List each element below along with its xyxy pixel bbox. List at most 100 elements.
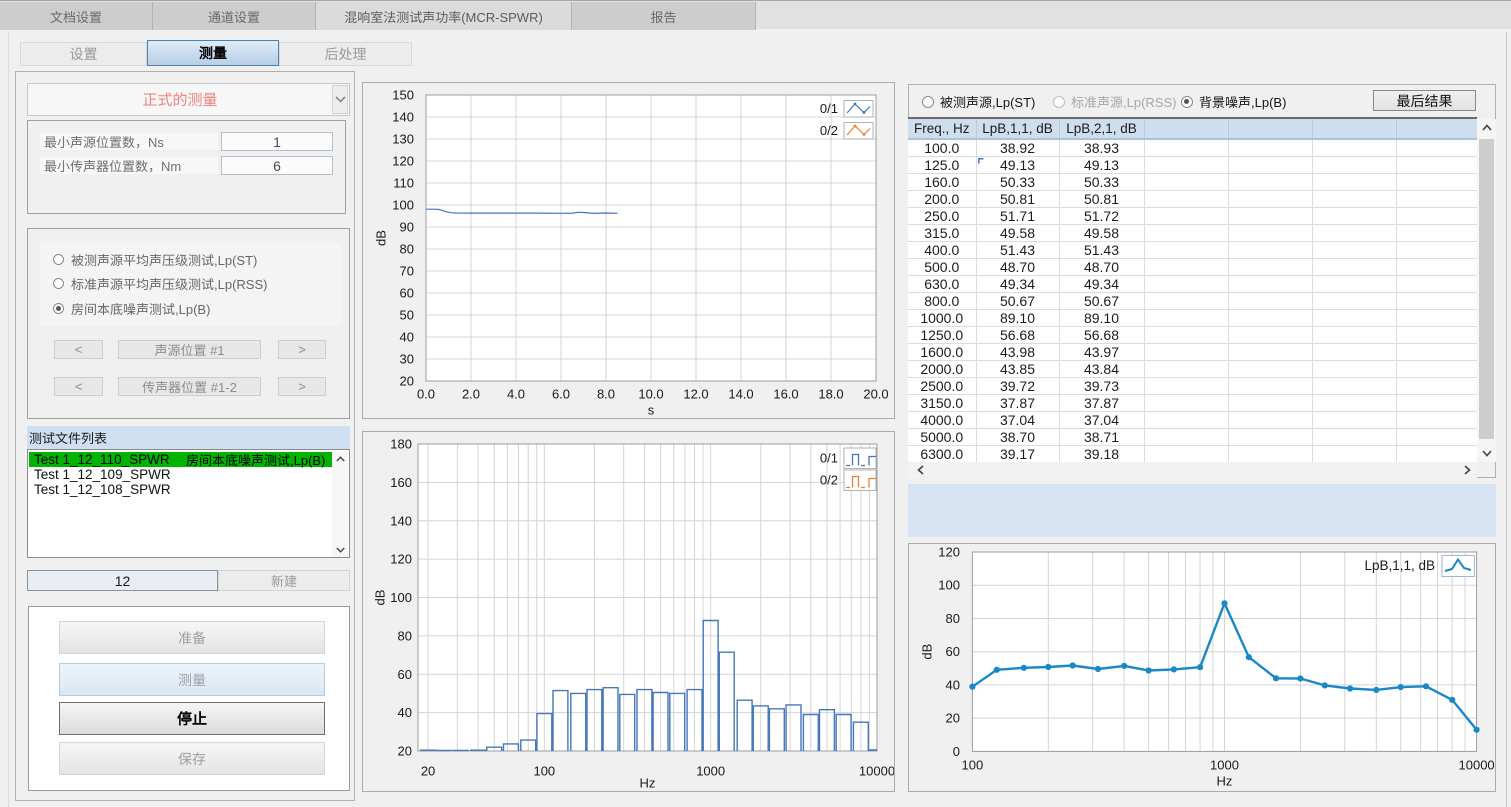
table-cell[interactable]: 43.98 (976, 344, 1059, 361)
table-cell[interactable] (1144, 259, 1228, 276)
table-cell[interactable]: 50.81 (976, 191, 1059, 208)
table-header-cell[interactable]: LpB,2,1, dB (1059, 119, 1144, 139)
table-cell[interactable] (1312, 310, 1396, 327)
table-cell[interactable] (1312, 242, 1396, 259)
table-cell[interactable] (1228, 174, 1312, 191)
table-cell[interactable]: 800.0 (908, 293, 976, 310)
vscroll-thumb[interactable] (1479, 139, 1494, 439)
table-cell[interactable] (1144, 208, 1228, 225)
table-header-cell[interactable] (1396, 119, 1477, 139)
table-cell[interactable] (1144, 139, 1228, 157)
table-cell[interactable]: 37.04 (1059, 412, 1144, 429)
table-cell[interactable]: 1600.0 (908, 344, 976, 361)
result-radio-lp-b[interactable]: 背景噪声,Lp(B) (1181, 94, 1286, 109)
table-cell[interactable] (1144, 327, 1228, 344)
table-cell[interactable]: 39.17 (976, 446, 1059, 463)
table-cell[interactable]: 500.0 (908, 259, 976, 276)
result-radio-lp-rss[interactable]: 标准声源,Lp(RSS) (1053, 94, 1176, 109)
file-list[interactable]: Test 1_12_110_SPWR房间本底噪声测试,Lp(B)Test 1_1… (27, 449, 350, 558)
table-cell[interactable] (1312, 139, 1396, 157)
table-cell[interactable] (1228, 412, 1312, 429)
table-cell[interactable] (1396, 259, 1477, 276)
table-cell[interactable]: 37.87 (976, 395, 1059, 412)
table-cell[interactable] (1228, 293, 1312, 310)
table-cell[interactable] (1228, 276, 1312, 293)
table-cell[interactable] (1312, 174, 1396, 191)
table-cell[interactable] (1396, 378, 1477, 395)
prepare-button[interactable]: 准备 (59, 621, 325, 654)
table-hscrollbar[interactable] (908, 462, 1477, 478)
table-cell[interactable] (1312, 395, 1396, 412)
stop-button[interactable]: 停止 (59, 702, 325, 735)
table-cell[interactable]: 3150.0 (908, 395, 976, 412)
new-test-button[interactable]: 新建 (218, 570, 350, 591)
subtab-measure[interactable]: 测量 (147, 40, 279, 66)
scroll-left-icon[interactable] (912, 462, 928, 478)
table-cell[interactable] (1396, 327, 1477, 344)
table-cell[interactable] (1144, 157, 1228, 174)
table-cell[interactable]: 50.81 (1059, 191, 1144, 208)
table-cell[interactable]: 49.58 (1059, 225, 1144, 242)
table-cell[interactable] (1396, 225, 1477, 242)
mic-position-prev-button[interactable]: < (54, 377, 103, 396)
table-cell[interactable] (1144, 276, 1228, 293)
table-cell[interactable] (1144, 174, 1228, 191)
table-cell[interactable] (1228, 191, 1312, 208)
measure-button[interactable]: 测量 (59, 663, 325, 696)
table-cell[interactable] (1396, 174, 1477, 191)
table-cell[interactable]: 6300.0 (908, 446, 976, 463)
table-cell[interactable] (1228, 327, 1312, 344)
last-result-button[interactable]: 最后结果 (1373, 90, 1476, 111)
table-header-cell[interactable] (1228, 119, 1312, 139)
table-cell[interactable]: 49.58 (976, 225, 1059, 242)
table-cell[interactable] (1312, 446, 1396, 463)
table-cell[interactable] (1228, 395, 1312, 412)
table-cell[interactable] (1144, 225, 1228, 242)
table-cell[interactable] (1312, 276, 1396, 293)
table-cell[interactable]: 630.0 (908, 276, 976, 293)
table-cell[interactable]: 315.0 (908, 225, 976, 242)
table-cell[interactable]: 51.43 (976, 242, 1059, 259)
table-cell[interactable] (1228, 259, 1312, 276)
table-cell[interactable]: 50.33 (976, 174, 1059, 191)
source-position-button[interactable]: 声源位置 #1 (118, 340, 261, 359)
table-cell[interactable]: 56.68 (976, 327, 1059, 344)
table-cell[interactable] (1312, 344, 1396, 361)
scroll-up-icon[interactable] (332, 451, 348, 466)
table-cell[interactable] (1312, 361, 1396, 378)
table-cell[interactable] (1396, 208, 1477, 225)
table-cell[interactable]: 89.10 (976, 310, 1059, 327)
mic-position-button[interactable]: 传声器位置 #1-2 (118, 377, 261, 396)
table-cell[interactable] (1396, 395, 1477, 412)
table-cell[interactable] (1396, 242, 1477, 259)
table-cell[interactable] (1144, 395, 1228, 412)
table-cell[interactable]: 100.0 (908, 139, 976, 157)
test-count-input[interactable]: 12 (27, 570, 218, 591)
table-cell[interactable] (1312, 225, 1396, 242)
table-cell[interactable] (1228, 344, 1312, 361)
table-cell[interactable] (1228, 378, 1312, 395)
table-cell[interactable] (1396, 139, 1477, 157)
file-list-item[interactable]: Test 1_12_110_SPWR房间本底噪声测试,Lp(B) (29, 452, 334, 467)
table-cell[interactable] (1228, 157, 1312, 174)
table-cell[interactable]: 89.10 (1059, 310, 1144, 327)
table-cell[interactable]: 200.0 (908, 191, 976, 208)
table-cell[interactable]: 37.04 (976, 412, 1059, 429)
table-cell[interactable] (1144, 293, 1228, 310)
table-cell[interactable] (1144, 412, 1228, 429)
radio-lp-st[interactable]: 被测声源平均声压级测试,Lp(ST) (53, 251, 257, 267)
table-cell[interactable] (1228, 208, 1312, 225)
table-cell[interactable]: 38.93 (1059, 139, 1144, 157)
table-cell[interactable]: 2000.0 (908, 361, 976, 378)
tab-channel-settings[interactable]: 通道设置 (153, 2, 316, 30)
source-position-next-button[interactable]: > (278, 340, 326, 359)
table-cell[interactable]: 39.73 (1059, 378, 1144, 395)
table-cell[interactable]: 39.72 (976, 378, 1059, 395)
table-cell[interactable] (1396, 446, 1477, 463)
table-cell[interactable]: 48.70 (1059, 259, 1144, 276)
table-cell[interactable]: 49.13 (1059, 157, 1144, 174)
table-cell[interactable] (1144, 344, 1228, 361)
table-cell[interactable] (1312, 327, 1396, 344)
table-cell[interactable]: 49.34 (976, 276, 1059, 293)
table-cell[interactable] (1144, 446, 1228, 463)
